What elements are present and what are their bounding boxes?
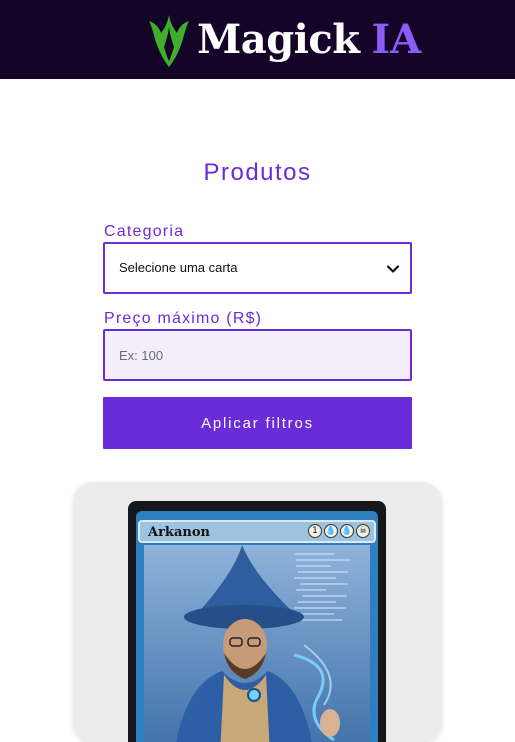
product-card-image: Arkanon 1 💧 💧 ☠ <box>128 501 386 742</box>
page-title: Produtos <box>203 159 312 186</box>
product-card[interactable]: Arkanon 1 💧 💧 ☠ <box>73 482 442 742</box>
logo-wordmark: Magick <box>197 16 360 63</box>
chevron-down-icon <box>386 265 400 273</box>
mana-water-drop-icon: 💧 <box>324 524 338 538</box>
mana-cost: 1 💧 💧 ☠ <box>308 524 370 538</box>
mana-water-drop-icon: 💧 <box>340 524 354 538</box>
apply-filters-button[interactable]: Aplicar filtros <box>103 397 412 449</box>
card-name: Arkanon <box>148 525 210 540</box>
price-label: Preço máximo (R$) <box>104 310 263 327</box>
wizard-artwork-illustration <box>144 545 370 742</box>
mana-generic-icon: 1 <box>308 524 322 538</box>
top-header: Magick IA <box>0 0 515 79</box>
site-logo[interactable]: Magick IA <box>147 10 421 70</box>
category-label: Categoria <box>104 223 185 240</box>
card-name-bar: Arkanon 1 💧 💧 ☠ <box>138 520 376 543</box>
category-select-value: Selecione uma carta <box>119 260 238 275</box>
logo-wordmark-accent: IA <box>371 16 422 63</box>
category-select[interactable]: Selecione uma carta <box>103 242 412 294</box>
price-input[interactable] <box>105 331 410 379</box>
green-flame-icon <box>149 15 189 67</box>
mana-skull-icon: ☠ <box>356 524 370 538</box>
card-artwork <box>144 545 370 742</box>
price-input-wrapper <box>103 329 412 381</box>
